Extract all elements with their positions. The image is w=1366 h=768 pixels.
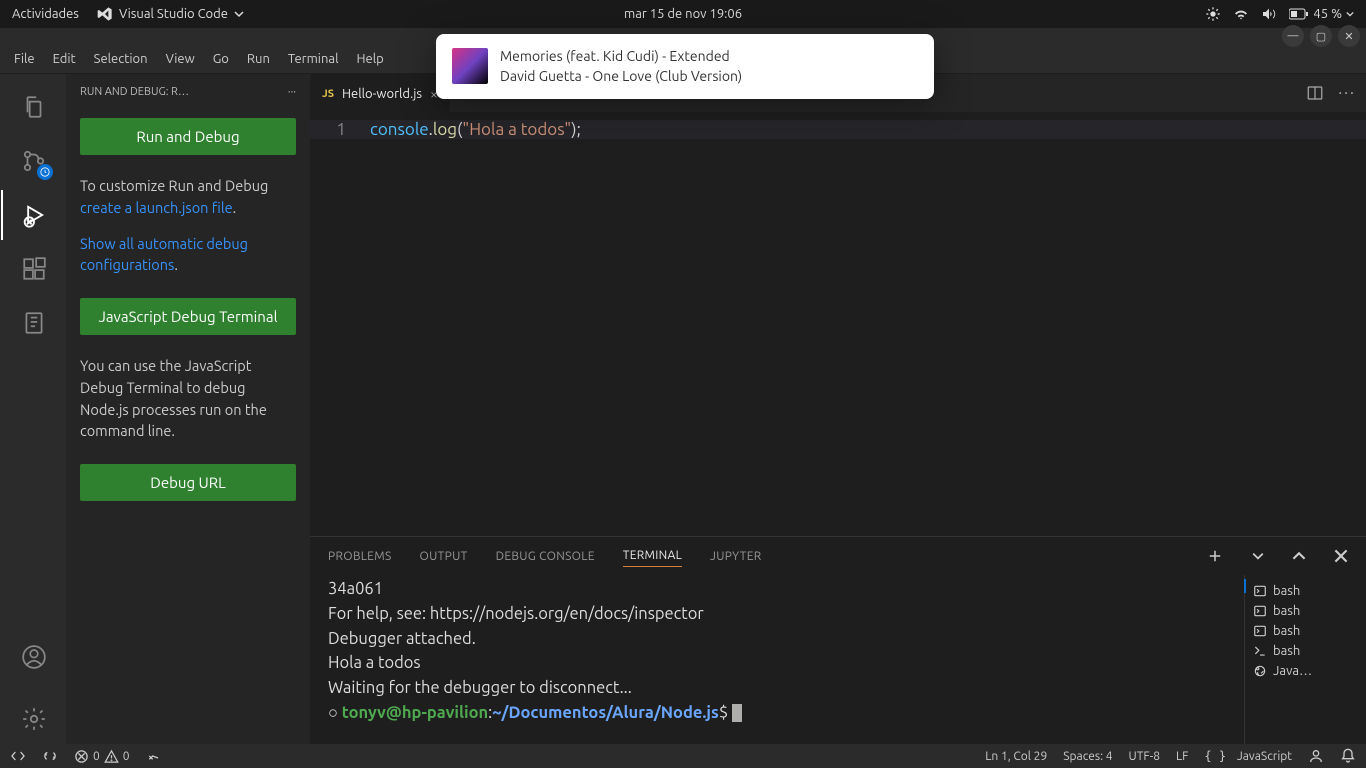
encoding[interactable]: UTF-8	[1129, 750, 1160, 763]
menu-edit[interactable]: Edit	[45, 48, 84, 70]
maximize-panel-icon[interactable]	[1292, 549, 1306, 563]
tab-hello-world[interactable]: JS Hello-world.js ×	[310, 74, 450, 112]
panel-terminal[interactable]: TERMINAL	[623, 545, 682, 567]
eol[interactable]: LF	[1176, 750, 1188, 763]
activity-bar	[0, 74, 66, 744]
terminal-instance[interactable]: bash	[1253, 581, 1358, 601]
menu-help[interactable]: Help	[348, 48, 391, 70]
terminal-instance[interactable]: bash	[1253, 621, 1358, 641]
maximize-button[interactable]: ▢	[1310, 25, 1332, 47]
show-configs-link[interactable]: Show all automatic debug configurations	[80, 235, 248, 274]
status-bar: 0 0 Ln 1, Col 29 Spaces: 4 UTF-8 LF { } …	[0, 744, 1366, 768]
terminal-instance[interactable]: bash	[1253, 641, 1358, 661]
remote-indicator[interactable]	[10, 748, 26, 764]
menu-go[interactable]: Go	[205, 48, 237, 70]
battery-indicator[interactable]: 45 %	[1289, 7, 1354, 21]
terminal-list: bash bash bash bash Java…	[1244, 575, 1366, 744]
menu-terminal[interactable]: Terminal	[280, 48, 347, 70]
menu-selection[interactable]: Selection	[86, 48, 156, 70]
notif-title: Memories (feat. Kid Cudi) - Extended	[500, 46, 742, 66]
sync-icon[interactable]	[42, 748, 58, 764]
settings-gear-icon[interactable]	[9, 694, 59, 744]
terminal-instance[interactable]: Java…	[1253, 661, 1358, 681]
vscode-icon	[97, 6, 113, 22]
problems-count[interactable]: 0 0	[74, 749, 130, 764]
tab-label: Hello-world.js	[342, 87, 422, 101]
debug-hint-icon[interactable]	[146, 748, 162, 764]
feedback-icon[interactable]	[1308, 748, 1324, 764]
js-debug-terminal-button[interactable]: JavaScript Debug Terminal	[80, 298, 296, 335]
panel-problems[interactable]: PROBLEMS	[328, 546, 392, 567]
chevron-down-icon	[234, 9, 244, 19]
terminal-output[interactable]: 34a061 For help, see: https://nodejs.org…	[310, 575, 1244, 744]
brightness-icon[interactable]	[1205, 6, 1221, 22]
pending-indicator-icon	[37, 164, 53, 180]
media-notification[interactable]: Memories (feat. Kid Cudi) - Extended Dav…	[436, 34, 934, 99]
show-configs-text: Show all automatic debug configurations.	[80, 233, 296, 277]
terminal-dropdown-icon[interactable]	[1252, 550, 1264, 562]
menu-view[interactable]: View	[158, 48, 203, 70]
run-debug-panel: RUN AND DEBUG: R… ··· Run and Debug To c…	[66, 74, 310, 744]
clock[interactable]: mar 15 de nov 19:06	[624, 7, 742, 21]
panel-debug-console[interactable]: DEBUG CONSOLE	[496, 546, 595, 567]
wifi-icon[interactable]	[1233, 6, 1249, 22]
language-mode[interactable]: { } JavaScript	[1204, 749, 1292, 763]
customize-text: To customize Run and Debug create a laun…	[80, 175, 296, 219]
terminal-instance[interactable]: bash	[1253, 601, 1358, 621]
menu-run[interactable]: Run	[239, 48, 278, 70]
split-editor-icon[interactable]	[1306, 84, 1324, 102]
cursor-position[interactable]: Ln 1, Col 29	[985, 750, 1047, 763]
create-launch-link[interactable]: create a launch.json file	[80, 199, 233, 216]
run-and-debug-button[interactable]: Run and Debug	[80, 118, 296, 155]
panel-jupyter[interactable]: JUPYTER	[710, 546, 762, 567]
explorer-icon[interactable]	[9, 82, 59, 132]
extensions-icon[interactable]	[9, 244, 59, 294]
album-art-icon	[452, 48, 488, 84]
minimize-button[interactable]: ―	[1282, 25, 1304, 47]
editor-more-icon[interactable]: ···	[1338, 84, 1356, 102]
activities-button[interactable]: Actividades	[12, 7, 79, 21]
code-editor[interactable]: 1 console.log("Hola a todos");	[310, 112, 1366, 536]
notebook-icon[interactable]	[9, 298, 59, 348]
panel-title: RUN AND DEBUG: R…	[80, 86, 189, 98]
menu-file[interactable]: File	[6, 48, 43, 70]
notif-subtitle: David Guetta - One Love (Club Version)	[500, 66, 742, 86]
line-number: 1	[310, 120, 370, 139]
run-debug-icon[interactable]	[9, 190, 59, 240]
new-terminal-icon[interactable]	[1206, 547, 1224, 565]
close-panel-icon[interactable]	[1334, 549, 1348, 563]
source-control-icon[interactable]	[9, 136, 59, 186]
terminal-cursor	[732, 704, 742, 722]
panel-output[interactable]: OUTPUT	[420, 546, 468, 567]
accounts-icon[interactable]	[9, 632, 59, 682]
chevron-down-icon	[1346, 10, 1354, 18]
js-file-icon: JS	[322, 88, 334, 100]
js-debug-terminal-text: You can use the JavaScript Debug Termina…	[80, 355, 296, 442]
terminal-prompt[interactable]: ○ tonyv@hp-pavilion:~/Documentos/Alura/N…	[328, 701, 1226, 726]
indentation[interactable]: Spaces: 4	[1063, 750, 1112, 763]
panel-more-icon[interactable]: ···	[288, 86, 296, 98]
debug-url-button[interactable]: Debug URL	[80, 464, 296, 501]
close-window-button[interactable]: ✕	[1338, 25, 1360, 47]
notifications-bell-icon[interactable]	[1340, 748, 1356, 764]
volume-icon[interactable]	[1261, 6, 1277, 22]
current-app[interactable]: Visual Studio Code	[97, 6, 244, 22]
